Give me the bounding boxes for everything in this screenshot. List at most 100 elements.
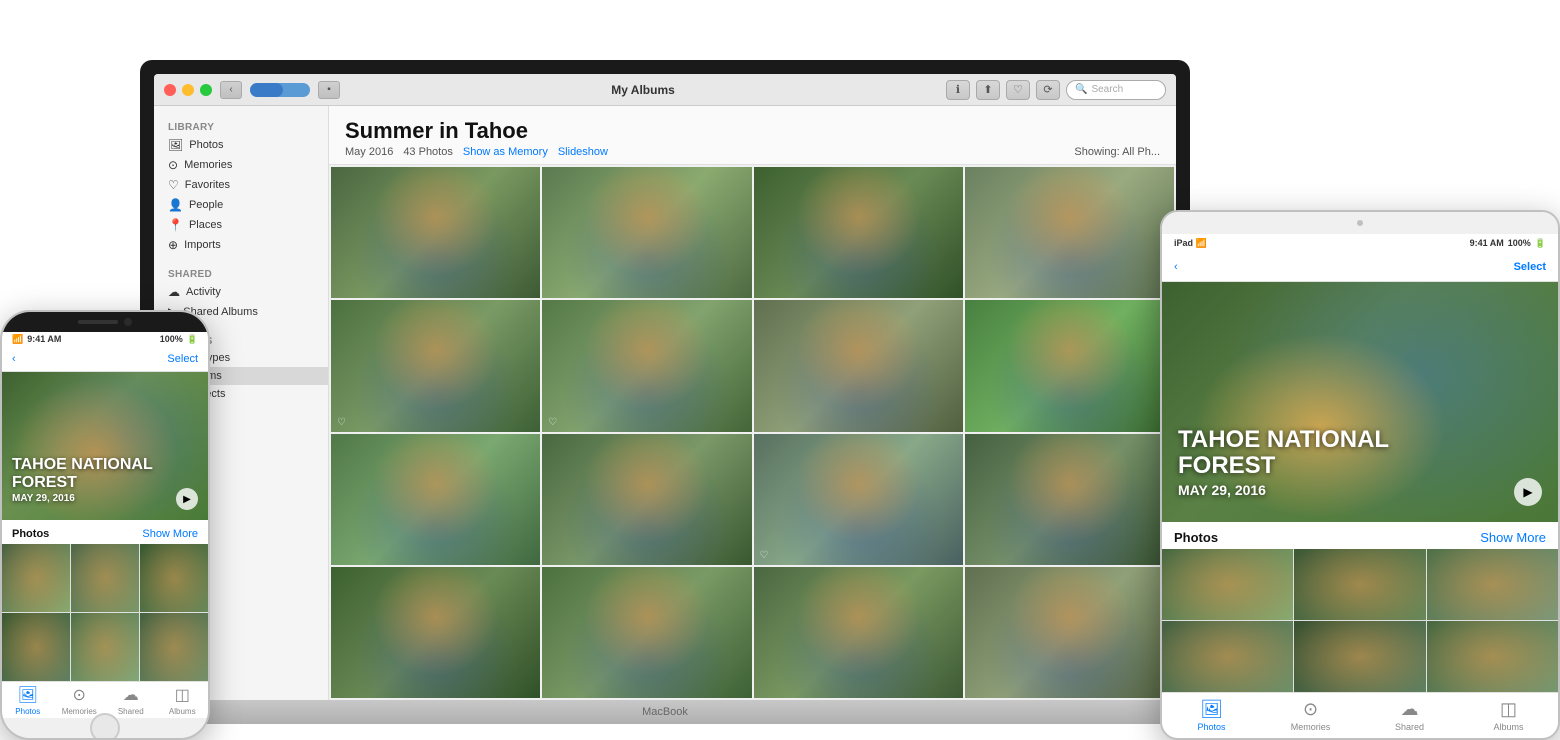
search-field[interactable]: 🔍 Search [1066, 80, 1166, 100]
photo-cell-15[interactable] [754, 567, 963, 698]
iphone-tab-shared-icon: ☁ [123, 685, 139, 705]
sidebar-item-activity[interactable]: ☁ Activity [154, 282, 328, 302]
iphone-photo-4[interactable] [2, 613, 70, 681]
ipad-tab-photos[interactable]: 🖼 Photos [1162, 699, 1261, 732]
iphone-photo-3[interactable] [140, 544, 208, 612]
photo-cell-12[interactable] [965, 434, 1174, 565]
ipad-tab-memories[interactable]: ⊙ Memories [1261, 699, 1360, 732]
macbook-base: MacBook [140, 700, 1190, 724]
ipad-hero-date: MAY 29, 2016 [1178, 483, 1389, 498]
share-button[interactable]: ⬆ [976, 80, 1000, 100]
iphone-home-area [2, 718, 208, 738]
iphone-show-more[interactable]: Show More [142, 528, 198, 540]
ipad-tab-memories-label: Memories [1291, 722, 1331, 732]
ipad-time: 9:41 AM [1470, 238, 1504, 249]
iphone-tab-albums[interactable]: ◫ Albums [157, 685, 209, 716]
ipad-show-more[interactable]: Show More [1480, 530, 1546, 545]
iphone-tab-shared-label: Shared [118, 707, 144, 716]
iphone-back-button[interactable]: ‹ [12, 353, 16, 365]
photo-cell-6[interactable]: ♡ [542, 300, 751, 431]
iphone-tab-shared[interactable]: ☁ Shared [105, 685, 157, 716]
sidebar-item-photos[interactable]: 🖼 Photos [154, 135, 328, 155]
ipad-tab-albums[interactable]: ◫ Albums [1459, 699, 1558, 732]
photo-cell-3[interactable] [754, 167, 963, 298]
ipad-camera-row [1162, 212, 1558, 234]
iphone-battery-icon: 🔋 [187, 334, 198, 345]
progress-fill [250, 83, 283, 97]
ipad-photo-1[interactable] [1162, 549, 1293, 620]
sidebar-label-imports: Imports [184, 239, 221, 251]
ipad-tab-shared[interactable]: ☁ Shared [1360, 699, 1459, 732]
forward-button[interactable]: ▪ [318, 81, 340, 99]
ipad-photo-4[interactable] [1162, 621, 1293, 692]
info-button[interactable]: ℹ [946, 80, 970, 100]
iphone-nav-bar: ‹ Select [2, 347, 208, 372]
iphone-photo-grid [2, 544, 208, 681]
imports-icon: ⊕ [168, 238, 178, 252]
photo-cell-7[interactable] [754, 300, 963, 431]
minimize-button[interactable] [182, 84, 194, 96]
iphone-carrier: 📶 [12, 334, 23, 345]
ipad-photo-6[interactable] [1427, 621, 1558, 692]
iphone-home-button[interactable] [90, 713, 120, 740]
photo-cell-4[interactable] [965, 167, 1174, 298]
sidebar-label-favorites: Favorites [185, 179, 230, 191]
ipad-back-button[interactable]: ‹ [1174, 261, 1178, 273]
ipad-play-button[interactable]: ▶ [1514, 478, 1542, 506]
sidebar-item-favorites[interactable]: ♡ Favorites [154, 175, 328, 195]
photo-cell-9[interactable] [331, 434, 540, 565]
mac-main: Summer in Tahoe May 2016 43 Photos Show … [329, 106, 1176, 700]
slideshow-link[interactable]: Slideshow [558, 146, 608, 158]
ipad-select-button[interactable]: Select [1514, 261, 1546, 273]
library-section-label: Library [154, 116, 328, 135]
album-count: 43 Photos [403, 146, 453, 158]
iphone-battery: 100% [160, 334, 183, 344]
close-button[interactable] [164, 84, 176, 96]
sidebar-item-imports[interactable]: ⊕ Imports [154, 235, 328, 255]
iphone-play-button[interactable]: ▶ [176, 488, 198, 510]
photo-cell-1[interactable] [331, 167, 540, 298]
ipad-tab-photos-label: Photos [1197, 722, 1225, 732]
photo-cell-8[interactable] [965, 300, 1174, 431]
photo-cell-14[interactable] [542, 567, 751, 698]
back-button[interactable]: ‹ [220, 81, 242, 99]
macbook-screen-inner: ‹ ▪ My Albums ℹ ⬆ ♡ ⟳ 🔍 Search [154, 74, 1176, 700]
ipad-tabbar: 🖼 Photos ⊙ Memories ☁ Shared ◫ Albums [1162, 692, 1558, 738]
heart-icon-2: ♡ [548, 417, 557, 428]
ipad-photo-5[interactable] [1294, 621, 1425, 692]
photo-cell-16[interactable] [965, 567, 1174, 698]
iphone-tab-memories[interactable]: ⊙ Memories [54, 685, 106, 716]
photo-cell-11[interactable]: ♡ [754, 434, 963, 565]
iphone-select-button[interactable]: Select [167, 353, 198, 365]
iphone-photo-2[interactable] [71, 544, 139, 612]
photo-cell-5[interactable]: ♡ [331, 300, 540, 431]
album-date: May 2016 [345, 146, 393, 158]
ipad-hero[interactable]: TAHOE NATIONALFOREST MAY 29, 2016 ▶ [1162, 282, 1558, 522]
sidebar-item-memories[interactable]: ⊙ Memories [154, 155, 328, 175]
photo-cell-2[interactable] [542, 167, 751, 298]
sidebar-label-activity: Activity [186, 286, 221, 298]
ipad-tab-shared-icon: ☁ [1401, 699, 1419, 720]
ipad-photo-2[interactable] [1294, 549, 1425, 620]
iphone-hero[interactable]: TAHOE NATIONALFOREST MAY 29, 2016 ▶ [2, 372, 208, 521]
photo-cell-10[interactable] [542, 434, 751, 565]
iphone-tab-memories-label: Memories [62, 707, 97, 716]
favorite-button[interactable]: ♡ [1006, 80, 1030, 100]
sidebar-item-people[interactable]: 👤 People [154, 195, 328, 215]
sidebar-item-places[interactable]: 📍 Places [154, 215, 328, 235]
iphone-photo-5[interactable] [71, 613, 139, 681]
activity-icon: ☁ [168, 285, 180, 299]
iphone: 📶 9:41 AM 100% 🔋 ‹ Select TAHOE NATIONAL… [0, 310, 210, 740]
album-meta: May 2016 43 Photos Show as Memory Slides… [345, 146, 1160, 158]
maximize-button[interactable] [200, 84, 212, 96]
iphone-photo-1[interactable] [2, 544, 70, 612]
ipad-tab-photos-icon: 🖼 [1200, 699, 1223, 720]
iphone-hero-text: TAHOE NATIONALFOREST MAY 29, 2016 [12, 456, 153, 504]
ipad-photo-3[interactable] [1427, 549, 1558, 620]
iphone-photo-6[interactable] [140, 613, 208, 681]
show-as-memory-link[interactable]: Show as Memory [463, 146, 548, 158]
favorites-icon: ♡ [168, 178, 179, 192]
rotate-button[interactable]: ⟳ [1036, 80, 1060, 100]
photo-cell-13[interactable] [331, 567, 540, 698]
iphone-tab-photos[interactable]: 🖼 Photos [2, 685, 54, 716]
